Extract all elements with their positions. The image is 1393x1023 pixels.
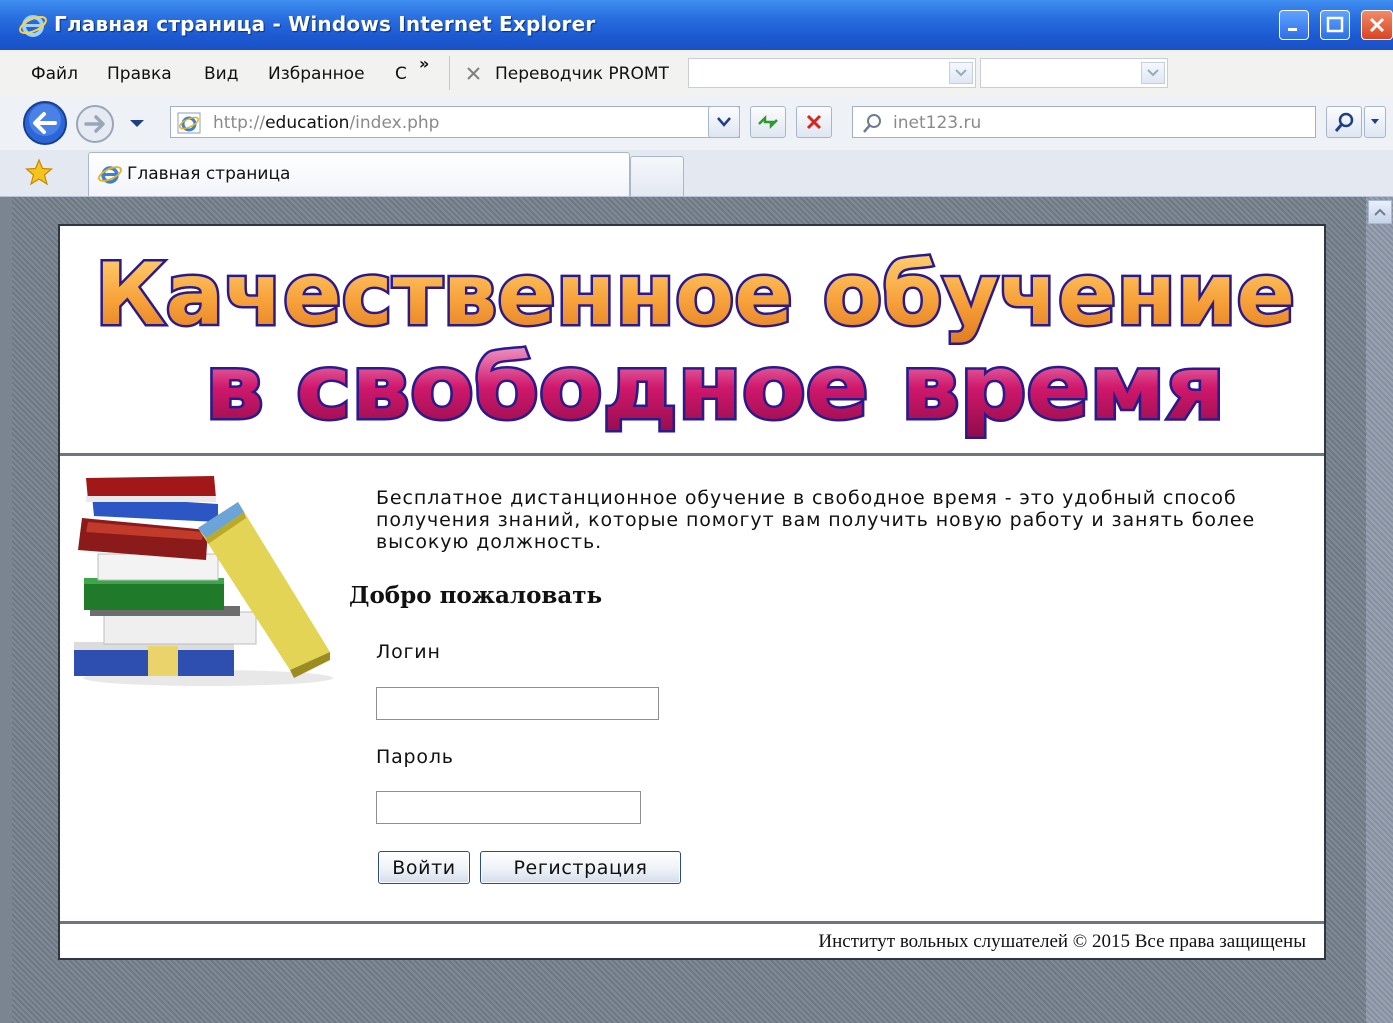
login-button[interactable]: Войти xyxy=(378,851,470,884)
menu-view[interactable]: Вид xyxy=(204,64,238,84)
chevron-down-icon xyxy=(717,117,731,127)
back-button[interactable] xyxy=(22,100,70,146)
chevron-down-icon xyxy=(1371,119,1379,124)
vertical-scrollbar[interactable] xyxy=(1366,197,1393,1023)
ie-page-icon xyxy=(177,112,201,134)
password-label: Пароль xyxy=(376,746,454,768)
search-box[interactable]: inet123.ru xyxy=(852,106,1316,138)
search-icon xyxy=(1334,112,1354,132)
banner-line-2: в свободное время xyxy=(205,336,1225,439)
menu-service[interactable]: С xyxy=(395,64,407,84)
favorites-star-icon[interactable] xyxy=(24,158,54,186)
menu-edit[interactable]: Правка xyxy=(107,64,172,84)
tab-home[interactable]: Главная страница xyxy=(88,152,630,196)
forward-button[interactable] xyxy=(74,104,118,144)
chevron-down-icon[interactable] xyxy=(1141,62,1165,84)
history-dropdown-icon[interactable] xyxy=(128,118,146,130)
stop-button[interactable] xyxy=(796,106,832,138)
login-input[interactable] xyxy=(376,687,659,720)
translator-topic-select[interactable] xyxy=(980,58,1168,88)
welcome-heading: Добро пожаловать xyxy=(349,582,603,609)
menu-favorites[interactable]: Избранное xyxy=(268,64,365,84)
search-button[interactable] xyxy=(1326,106,1362,138)
refresh-icon xyxy=(758,114,778,130)
maximize-icon xyxy=(1326,16,1344,33)
close-icon xyxy=(1369,17,1385,33)
new-tab-button[interactable] xyxy=(630,156,684,196)
close-button[interactable] xyxy=(1361,10,1393,40)
stop-icon xyxy=(806,114,822,130)
minimize-button[interactable] xyxy=(1279,10,1309,40)
banner-line-1: Качественное обучение xyxy=(95,246,1295,345)
scroll-up-button[interactable] xyxy=(1368,200,1392,224)
menu-separator xyxy=(449,56,450,90)
tab-title: Главная страница xyxy=(127,164,291,184)
minimize-icon xyxy=(1288,28,1297,31)
refresh-button[interactable] xyxy=(750,106,786,138)
url-path: /index.php xyxy=(349,113,440,133)
address-toolbar: http://education/index.php inet123.ru xyxy=(0,96,1393,151)
chevron-down-icon[interactable] xyxy=(949,62,973,84)
books-image xyxy=(74,476,333,686)
register-button[interactable]: Регистрация xyxy=(480,851,681,884)
search-value: inet123.ru xyxy=(893,113,982,133)
translator-label[interactable]: Переводчик PROMT xyxy=(495,64,669,84)
login-label: Логин xyxy=(376,641,441,663)
menu-overflow-button[interactable]: » xyxy=(419,54,429,73)
chevron-up-icon xyxy=(1374,208,1386,216)
url-host: education xyxy=(265,113,350,133)
translator-direction-select[interactable] xyxy=(688,58,976,88)
maximize-button[interactable] xyxy=(1320,10,1350,40)
ie-logo-icon xyxy=(19,15,47,37)
search-options-button[interactable] xyxy=(1364,106,1386,138)
ie-tab-icon xyxy=(98,166,122,184)
url-prefix: http:// xyxy=(213,113,266,133)
search-magnifier-icon xyxy=(863,114,881,133)
address-url: http://education/index.php xyxy=(213,113,439,133)
banner-wordart: Качественное обучение в свободное время xyxy=(93,246,1298,442)
close-toolbar-icon[interactable] xyxy=(465,65,483,83)
footer-copyright: Институт вольных слушателей © 2015 Все п… xyxy=(818,931,1306,952)
address-bar[interactable]: http://education/index.php xyxy=(170,106,740,138)
title-bar[interactable]: Главная страница - Windows Internet Expl… xyxy=(0,0,1393,51)
footer-divider xyxy=(60,921,1324,924)
tabs-bar: Главная страница xyxy=(0,150,1393,197)
menu-file[interactable]: Файл xyxy=(31,64,78,84)
password-input[interactable] xyxy=(376,791,641,824)
address-dropdown-button[interactable] xyxy=(708,106,740,138)
header-divider xyxy=(60,453,1324,456)
menu-bar: Файл Правка Вид Избранное С » Переводчик… xyxy=(0,50,1393,97)
window-title: Главная страница - Windows Internet Expl… xyxy=(54,12,596,36)
intro-text: Бесплатное дистанционное обучение в своб… xyxy=(376,487,1256,553)
